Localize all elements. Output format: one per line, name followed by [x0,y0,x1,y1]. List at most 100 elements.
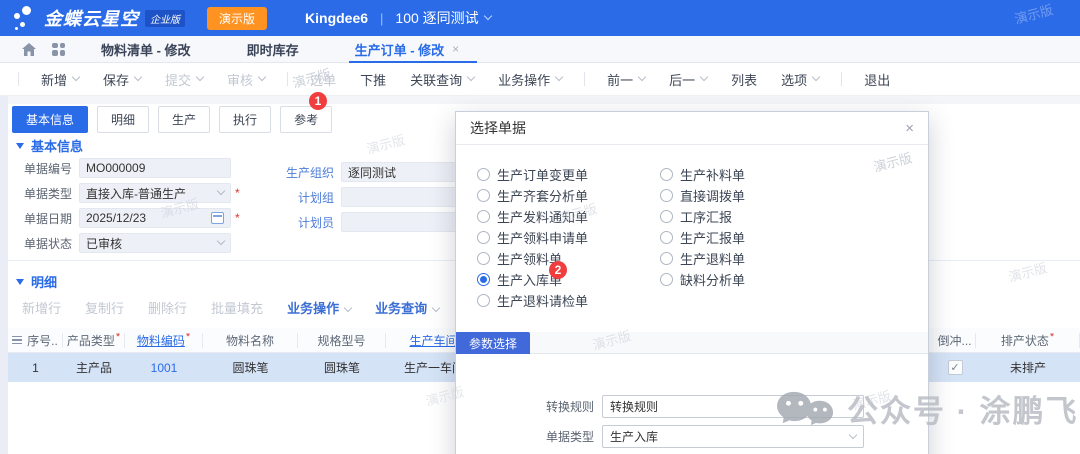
form-tab-reference[interactable]: 参考 [280,106,332,133]
new-button[interactable]: 新增 [41,70,79,89]
account-switcher[interactable]: 100 逐同测试 [395,8,478,28]
option-picking-apply[interactable]: 生产领料申请单 [477,227,588,248]
copy-row-button[interactable]: 复制行 [85,298,124,317]
dialog-title-bar: 选择单据 × [456,112,928,145]
radio-icon [660,189,673,202]
tab-production-order[interactable]: 生产订单 - 修改 × [355,36,460,63]
checkbox-checked-icon[interactable]: ✓ [948,360,963,375]
select-bill-button[interactable]: 选单 [310,70,336,89]
next-button[interactable]: 后一 [669,70,707,89]
bill-no-input[interactable]: MO000009 [79,158,231,178]
calendar-icon[interactable] [211,212,224,224]
chevron-down-icon [217,187,225,195]
tab-close-icon[interactable]: × [452,42,459,56]
row-business-operation-button[interactable]: 业务操作 [287,298,351,317]
kingdee-logo-icon [12,5,38,31]
option-direct-transfer[interactable]: 直接调拨单 [660,185,745,206]
col-spec-model[interactable]: 规格型号 [298,333,386,348]
col-material-name[interactable]: 物料名称 [203,333,298,348]
options-button[interactable]: 选项 [781,70,819,89]
batch-fill-button[interactable]: 批量填充 [211,298,263,317]
form-tab-strip: 基本信息 明细 生产 执行 参考 [12,106,332,133]
option-kit-analysis[interactable]: 生产齐套分析单 [477,185,588,206]
col-backflush[interactable]: 倒冲... [934,333,976,348]
bill-type-select[interactable]: 直接入库-普通生产 [79,183,231,203]
radio-icon [477,231,490,244]
exit-button[interactable]: 退出 [864,70,890,89]
dialog-title: 选择单据 [470,118,526,138]
chevron-down-icon[interactable] [483,12,491,20]
form-tab-execution[interactable]: 执行 [219,106,271,133]
form-tab-detail[interactable]: 明细 [97,106,149,133]
chevron-down-icon [217,237,225,245]
add-row-button[interactable]: 新增行 [22,298,61,317]
col-material-code[interactable]: 物料编码* [125,333,203,348]
dialog-close-icon[interactable]: × [905,120,914,137]
target-bill-type-select[interactable]: 生产入库 [602,425,864,448]
dialog-options-left: 生产订单变更单 生产齐套分析单 生产发料通知单 生产领料申请单 生产领料单 生产… [477,164,588,311]
col-schedule-status[interactable]: 排产状态* [976,333,1080,348]
col-seq[interactable]: 序号.. [8,333,63,348]
option-inbound-bill[interactable]: 生产入库单 [477,269,588,290]
save-button[interactable]: 保存 [103,70,141,89]
option-picking-bill[interactable]: 生产领料单 [477,248,588,269]
previous-button[interactable]: 前一 [607,70,645,89]
related-query-button[interactable]: 关联查询 [410,70,474,89]
row-menu-icon[interactable] [12,336,22,345]
select-bill-dialog: 选择单据 × 生产订单变更单 生产齐套分析单 生产发料通知单 生产领料申请单 生… [455,111,929,454]
business-operation-button[interactable]: 业务操作 [498,70,562,89]
collapse-triangle-icon [16,279,24,285]
toolbar-gap [0,96,1080,104]
option-production-report[interactable]: 生产汇报单 [660,227,745,248]
app-window: 金蝶云星空 企业版 演示版 Kingdee6 | 100 逐同测试 物料清单 -… [0,0,1080,454]
cell-material-code[interactable]: 1001 [125,361,203,375]
tab-realtime-inventory[interactable]: 即时库存 [247,36,299,63]
param-select-tab[interactable]: 参数选择 [456,332,530,354]
option-process-report[interactable]: 工序汇报 [660,206,745,227]
brand-title: 金蝶云星空 [44,5,139,31]
submit-button[interactable]: 提交 [165,70,203,89]
product-name: Kingdee6 [305,10,368,26]
field-convert-rule: 转换规则 转换规则 [542,395,864,418]
col-product-type[interactable]: 产品类型* [63,333,125,348]
delete-row-button[interactable]: 删除行 [148,298,187,317]
left-gutter [0,96,8,454]
edition-badge: 企业版 [145,10,185,27]
convert-rule-input[interactable]: 转换规则 [602,395,864,418]
form-tab-production[interactable]: 生产 [158,106,210,133]
toolbar-divider [584,72,585,86]
radio-icon [660,252,673,265]
step-badge-1: 1 [309,92,327,110]
section-detail[interactable]: 明细 [16,272,57,291]
collapse-triangle-icon [16,143,24,149]
section-basic-info[interactable]: 基本信息 [16,136,83,155]
radio-icon [660,231,673,244]
required-mark: * [116,333,120,344]
window-tab-bar: 物料清单 - 修改 即时库存 生产订单 - 修改 × [0,36,1080,63]
option-feeding-bill[interactable]: 生产补料单 [660,164,745,185]
chevron-down-icon [196,73,204,81]
list-button[interactable]: 列表 [731,70,757,89]
chevron-down-icon [638,73,646,81]
option-order-change[interactable]: 生产订单变更单 [477,164,588,185]
chevron-down-icon [467,73,475,81]
form-tab-basic[interactable]: 基本信息 [12,106,88,133]
push-down-button[interactable]: 下推 [360,70,386,89]
required-mark: * [186,333,190,344]
option-shortage-analysis[interactable]: 缺料分析单 [660,269,745,290]
home-icon[interactable] [22,43,36,56]
apps-grid-icon[interactable] [52,43,65,56]
option-return-inspection[interactable]: 生产退料请检单 [477,290,588,311]
cell-spec-model: 圆珠笔 [298,359,386,376]
radio-icon [660,210,673,223]
audit-button[interactable]: 审核 [227,70,265,89]
bill-date-input[interactable]: 2025/12/23 [79,208,231,228]
option-return-bill[interactable]: 生产退料单 [660,248,745,269]
row-business-query-button[interactable]: 业务查询 [375,298,439,317]
option-issue-notice[interactable]: 生产发料通知单 [477,206,588,227]
bill-status-select[interactable]: 已审核 [79,233,231,253]
chevron-down-icon [72,73,80,81]
cell-schedule-status: 未排产 [976,359,1080,376]
toolbar-divider [287,72,288,86]
tab-material-list[interactable]: 物料清单 - 修改 [101,36,191,63]
